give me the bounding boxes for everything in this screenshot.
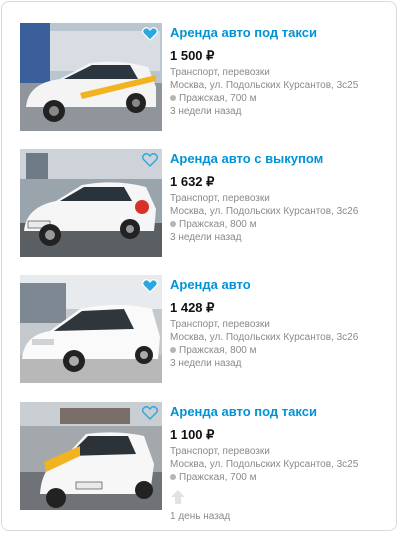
listing-address: Москва, ул. Подольских Курсантов, 3с25 (170, 459, 359, 470)
listing-item[interactable]: Аренда авто под такси 1 100 ₽ Транспорт,… (20, 402, 390, 522)
listing-metro: Пражская, 700 м (170, 92, 390, 105)
listing-photo[interactable] (20, 23, 162, 131)
metro-dot-icon (170, 474, 176, 480)
listing-date: 3 недели назад (170, 358, 242, 369)
listing-address: Москва, ул. Подольских Курсантов, 3с26 (170, 332, 359, 343)
listing-item[interactable]: Аренда авто с выкупом 1 632 ₽ Транспорт,… (20, 149, 390, 257)
metro-dot-icon (170, 347, 176, 353)
listing-item[interactable]: Аренда авто под такси 1 500 ₽ Транспорт,… (20, 23, 390, 131)
listing-date: 1 день назад (170, 511, 231, 522)
listing-photo[interactable] (20, 149, 162, 257)
listing-price: 1 632 ₽ (170, 174, 215, 189)
listing-title[interactable]: Аренда авто (170, 277, 390, 293)
listing-metro: Пражская, 700 м (170, 471, 390, 484)
favorite-heart-icon[interactable] (142, 406, 158, 420)
metro-dot-icon (170, 95, 176, 101)
listing-title[interactable]: Аренда авто с выкупом (170, 151, 390, 167)
listing-price: 1 428 ₽ (170, 300, 215, 315)
favorite-heart-icon[interactable] (142, 27, 158, 41)
favorite-heart-icon[interactable] (142, 279, 158, 293)
listing-address: Москва, ул. Подольских Курсантов, 3с26 (170, 206, 359, 217)
listing-metro: Пражская, 800 м (170, 344, 390, 357)
listing-address: Москва, ул. Подольских Курсантов, 3с25 (170, 80, 359, 91)
arrow-up-icon[interactable] (170, 490, 186, 504)
listing-category: Транспорт, перевозки (170, 446, 270, 457)
listing-category: Транспорт, перевозки (170, 319, 270, 330)
listing-photo[interactable] (20, 402, 162, 510)
listing-date: 3 недели назад (170, 232, 242, 243)
listing-price: 1 500 ₽ (170, 48, 215, 63)
listing-category: Транспорт, перевозки (170, 193, 270, 204)
listing-title[interactable]: Аренда авто под такси (170, 404, 390, 420)
listing-price: 1 100 ₽ (170, 427, 215, 442)
listing-panel: Аренда авто под такси 1 500 ₽ Транспорт,… (1, 1, 397, 531)
listing-title[interactable]: Аренда авто под такси (170, 25, 390, 41)
promotion-row (170, 484, 390, 510)
metro-dot-icon (170, 221, 176, 227)
listing-category: Транспорт, перевозки (170, 67, 270, 78)
listing-metro: Пражская, 800 м (170, 218, 390, 231)
listing-date: 3 недели назад (170, 106, 242, 117)
favorite-heart-icon[interactable] (142, 153, 158, 167)
listing-photo[interactable] (20, 275, 162, 383)
listing-item[interactable]: Аренда авто 1 428 ₽ Транспорт, перевозки… (20, 275, 390, 383)
